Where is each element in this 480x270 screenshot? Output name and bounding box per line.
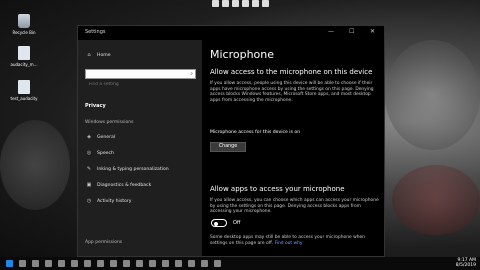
content-pane: Microphone Allow access to the microphon… [202,40,384,256]
app-icon[interactable] [252,0,259,7]
nav-item-speech[interactable]: ◎ Speech [85,150,114,156]
search-input[interactable] [86,80,184,89]
wallpaper-shield-lower-right [392,165,480,235]
settings-search[interactable]: ⌕ [85,69,196,89]
page-title: Microphone [210,48,275,61]
nav-item-label: Speech [97,150,114,156]
nav-item-inking[interactable]: ✎ Inking & typing personalization [85,166,169,172]
app-icon[interactable] [242,0,249,7]
recycle-bin-icon [18,14,30,28]
windows-permissions-header: Windows permissions [85,120,134,125]
settings-window: Settings — ☐ ✕ ⌂ Home ⌕ Privacy Windows … [77,25,385,257]
nav-item-label: General [97,134,116,140]
app-icon[interactable] [232,0,239,7]
settings-nav: ⌂ Home ⌕ Privacy Windows permissions ◈ G… [78,40,202,256]
clock-date: 8/5/2019 [455,262,476,268]
taskbar-app-icon[interactable] [58,260,65,267]
app-access-description: If you allow access, you can choose whic… [210,198,379,214]
device-access-description: If you allow access, people using this d… [210,81,374,103]
title-bar[interactable]: Settings — ☐ ✕ [78,26,384,40]
app-permissions-header: App permissions [85,240,123,245]
desktop-icon-recycle-bin[interactable]: Recycle Bin [4,14,44,35]
app-icon[interactable] [222,0,229,7]
window-title: Settings [85,29,106,35]
close-button[interactable]: ✕ [370,28,375,35]
task-view-icon[interactable] [32,260,39,267]
desktop-icon-label: test_audacity [10,96,38,101]
file-icon [18,80,30,94]
top-icon-strip [212,0,269,9]
pen-icon: ✎ [86,166,92,172]
start-icon[interactable] [6,260,13,267]
taskbar-app-icon[interactable] [201,260,208,267]
taskbar-app-icon[interactable] [175,260,182,267]
nav-home-label: Home [97,52,111,58]
wallpaper-shield-left [0,120,70,210]
footer-note: Some desktop apps may still be able to a… [210,235,380,246]
taskbar-app-icon[interactable] [149,260,156,267]
app-access-heading: Allow apps to access your microphone [210,185,345,193]
maximize-button[interactable]: ☐ [349,28,354,35]
search-icon[interactable] [19,260,26,267]
app-icon[interactable] [262,0,269,7]
desktop-icon-file-1[interactable]: audacity_m... [4,46,44,67]
taskbar-app-icon[interactable] [84,260,91,267]
toggle-state-label: Off [233,220,241,226]
find-out-why-link[interactable]: Find out why [275,241,303,246]
desktop-icon-file-2[interactable]: test_audacity [4,80,44,101]
wallpaper-shield-right [385,40,480,150]
device-access-heading: Allow access to the microphone on this d… [210,68,373,76]
change-button[interactable]: Change [210,142,246,152]
history-icon: ◷ [86,198,92,204]
desktop-icon-label: audacity_m... [10,62,38,67]
taskbar-app-icon[interactable] [123,260,130,267]
taskbar-app-icon[interactable] [136,260,143,267]
taskbar-app-icon[interactable] [71,260,78,267]
system-clock[interactable]: 9:17 AM 8/5/2019 [455,258,476,268]
speech-icon: ◎ [86,150,92,156]
minimize-button[interactable]: — [328,28,334,35]
nav-item-general[interactable]: ◈ General [85,134,115,140]
taskbar-app-icon[interactable] [110,260,117,267]
device-access-status: Microphone access for this device is on [210,130,301,135]
taskbar-app-icon[interactable] [162,260,169,267]
toggle-knob [214,221,218,226]
search-icon: ⌕ [190,71,193,77]
nav-item-diagnostics[interactable]: ▣ Diagnostics & feedback [85,182,152,188]
lock-icon: ◈ [87,134,91,140]
nav-item-label: Inking & typing personalization [97,166,169,172]
app-icon[interactable] [212,0,219,7]
taskbar-app-icon[interactable] [97,260,104,267]
home-icon: ⌂ [87,52,91,58]
app-access-toggle[interactable] [211,219,227,227]
nav-section-title: Privacy [85,103,106,109]
nav-home[interactable]: ⌂ Home [85,52,111,58]
nav-item-label: Diagnostics & feedback [97,182,152,188]
nav-item-label: Activity history [97,198,132,204]
gear-icon[interactable] [214,260,221,267]
diagnostics-icon: ▣ [86,182,92,188]
taskbar: 9:17 AM 8/5/2019 [0,257,480,270]
taskbar-app-icon[interactable] [188,260,195,267]
taskbar-app-icon[interactable] [45,260,52,267]
nav-item-activity-history[interactable]: ◷ Activity history [85,198,132,204]
file-icon [18,46,30,60]
desktop-icon-label: Recycle Bin [12,30,36,35]
